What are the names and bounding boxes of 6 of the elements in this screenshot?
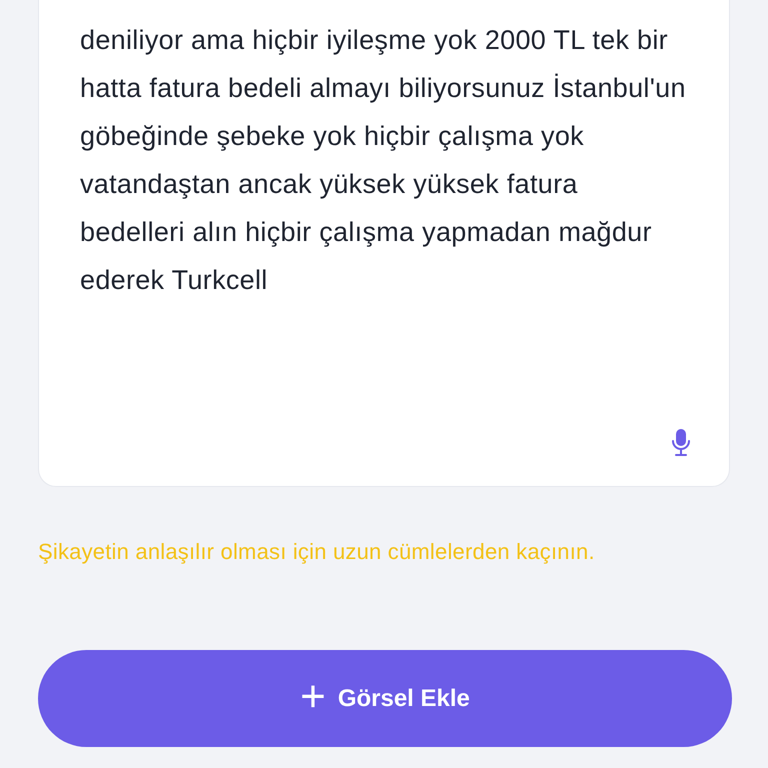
text-area[interactable] [38, 0, 730, 487]
add-image-button[interactable]: + Görsel Ekle [38, 650, 732, 747]
complaint-text: deniliyor ama hiçbir iyileşme yok 2000 TL tek bir hatta fatura bedeli almayı biliyorsunuz İstanbul'un göbeğinde şebeke yok hiçbir çalışma yok vatandaştan ancak yüksek yüksek fatura bedelleri alın hiçbir çalışma yapmadan mağdur ederek Turkcell [80, 24, 687, 297]
plus-icon: + [300, 674, 326, 718]
microphone-icon[interactable] [670, 428, 692, 458]
hint-text: Şikayetin anlaşılır olması için uzun cümlelerden kaçının. [38, 538, 596, 566]
